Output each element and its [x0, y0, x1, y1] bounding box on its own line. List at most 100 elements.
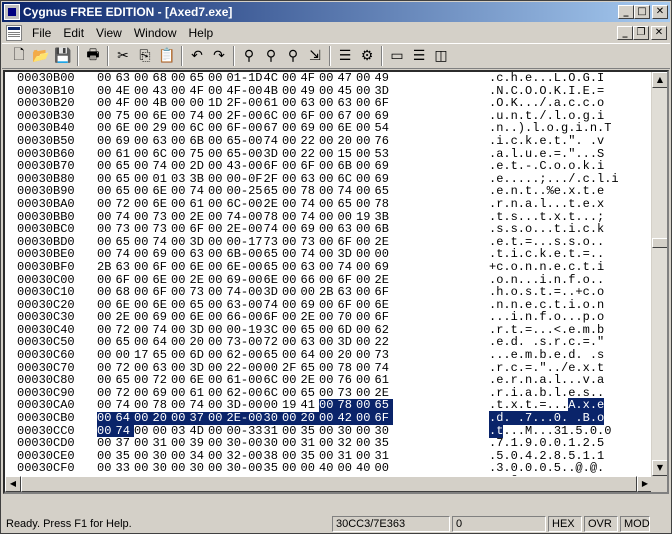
row-ascii[interactable]: .r.n.a.l...t.e.x	[489, 198, 604, 211]
app-icon[interactable]	[4, 4, 20, 20]
hex-byte[interactable]: 6F	[153, 261, 172, 274]
row-hex-bytes[interactable]: 00 37 00 31 00 39 00 30-0030 00 31 00 32 00 35	[97, 437, 393, 450]
hex-byte[interactable]: 4C	[264, 72, 283, 85]
hex-byte[interactable]: 65	[338, 198, 357, 211]
hex-byte[interactable]: 00	[319, 311, 338, 324]
hex-byte[interactable]: 69	[375, 261, 394, 274]
row-hex-bytes[interactable]: 2B 63 00 6F 00 6E 00 6E-0065 00 63 00 74 00 69	[97, 261, 393, 274]
hex-byte[interactable]: 00	[356, 437, 375, 450]
row-ascii[interactable]: .e.t.-.C.o.o.k.i	[489, 160, 604, 173]
hex-byte[interactable]: 00	[171, 437, 190, 450]
bookmarks-icon[interactable]: ☰	[334, 45, 356, 67]
tile-vertical-icon[interactable]: ◫	[430, 45, 452, 67]
hex-byte[interactable]: 78	[375, 198, 394, 211]
hex-byte[interactable]: 00	[97, 72, 116, 85]
row-ascii[interactable]: .d. .7...0. .B.o	[489, 411, 605, 426]
open-folder-icon[interactable]: 📂	[30, 45, 52, 67]
hex-byte[interactable]: 00	[190, 97, 209, 110]
horizontal-scrollbar[interactable]: ◀ ▶	[5, 476, 653, 492]
hex-byte[interactable]: 00	[134, 160, 153, 173]
hex-byte[interactable]: 6F	[301, 160, 320, 173]
hex-byte[interactable]: 00	[97, 349, 116, 362]
hex-byte[interactable]: 00	[282, 72, 301, 85]
hex-byte[interactable]: 00	[134, 311, 153, 324]
hex-byte[interactable]: 63	[338, 223, 357, 236]
hex-byte[interactable]: 70	[338, 311, 357, 324]
hex-byte[interactable]: 6C	[264, 374, 283, 387]
hex-byte[interactable]: 00	[134, 374, 153, 387]
menu-view[interactable]: View	[90, 25, 128, 41]
hex-byte[interactable]: 65-00	[227, 135, 264, 148]
hex-byte[interactable]: 00	[208, 286, 227, 299]
copy-icon[interactable]: ⎘	[134, 45, 156, 67]
hex-byte[interactable]: 00	[356, 349, 375, 362]
hex-byte[interactable]: 00	[319, 160, 338, 173]
hex-byte[interactable]: 2F-00	[227, 97, 264, 110]
hex-byte[interactable]: 37	[116, 437, 135, 450]
hex-byte[interactable]: 00	[134, 437, 153, 450]
hex-byte[interactable]: 00	[208, 311, 227, 324]
hex-byte[interactable]: 62-00	[227, 349, 264, 362]
hex-byte[interactable]: 65	[190, 72, 209, 85]
hex-byte[interactable]: 00	[171, 72, 190, 85]
hex-byte[interactable]: 6B	[375, 223, 394, 236]
hex-byte[interactable]: 65	[116, 374, 135, 387]
row-hex-bytes[interactable]: 00 00 17 65 00 6D 00 62-0065 00 64 00 20 00 73	[97, 349, 393, 362]
hex-byte[interactable]: 00	[134, 97, 153, 110]
row-hex-bytes[interactable]: 00 64 00 20 00 37 00 2E-0030 00 20 00 42 00 6F	[97, 412, 393, 425]
hex-byte[interactable]: 20	[338, 135, 357, 148]
hex-byte[interactable]: 73	[190, 286, 209, 299]
hex-byte[interactable]: 00	[356, 286, 375, 299]
hex-byte[interactable]: 00	[319, 374, 338, 387]
hex-byte[interactable]: 2B	[97, 261, 116, 274]
hex-byte[interactable]: 00	[356, 97, 375, 110]
new-file-icon[interactable]: 🗋	[8, 45, 30, 67]
hex-byte[interactable]: 20	[338, 349, 357, 362]
close-button[interactable]: ✕	[652, 5, 668, 19]
hex-byte[interactable]: 00	[208, 261, 227, 274]
hex-byte[interactable]: 00	[208, 135, 227, 148]
hex-byte[interactable]: 00	[356, 261, 375, 274]
hex-byte[interactable]: 72	[153, 374, 172, 387]
hex-row[interactable]: 00030CD0 00 37 00 31 00 39 00 30-0030 00 31 00 32 00 3…	[5, 437, 653, 450]
hex-byte[interactable]: 00	[319, 72, 338, 85]
row-ascii[interactable]: +c.o.n.n.e.c.t.i	[489, 261, 604, 274]
hex-byte[interactable]: 00	[171, 261, 190, 274]
hex-byte[interactable]: 4F	[301, 72, 320, 85]
hex-byte[interactable]: 00	[282, 286, 301, 299]
hex-byte[interactable]: 00	[134, 223, 153, 236]
hex-byte[interactable]: 6F	[374, 412, 393, 425]
hex-byte[interactable]: 00	[171, 311, 190, 324]
hex-byte[interactable]: 20	[152, 412, 171, 425]
hex-byte[interactable]: 2E	[264, 198, 283, 211]
hex-byte[interactable]: 00	[171, 223, 190, 236]
row-ascii[interactable]: ...e.m.b.e.d. .s	[489, 349, 604, 362]
scroll-down-icon[interactable]: ▼	[652, 460, 667, 476]
hex-byte[interactable]: 69	[153, 311, 172, 324]
hex-byte[interactable]: 4B	[153, 97, 172, 110]
scroll-up-icon[interactable]: ▲	[652, 72, 667, 88]
window-split-icon[interactable]: ▭	[386, 45, 408, 67]
hex-byte[interactable]: 6F	[375, 97, 394, 110]
hex-byte[interactable]: 3D	[264, 286, 283, 299]
hex-byte[interactable]: 6B	[190, 135, 209, 148]
row-ascii[interactable]: .h.o.s.t.=..+c.o	[489, 286, 604, 299]
find-next-icon[interactable]: ⚲	[260, 45, 282, 67]
vertical-scroll-thumb[interactable]	[652, 238, 667, 248]
hex-byte[interactable]: 00	[97, 160, 116, 173]
hex-byte[interactable]: 00	[208, 349, 227, 362]
goto-icon[interactable]: ⇲	[304, 45, 326, 67]
hex-byte[interactable]: 35	[375, 437, 394, 450]
paste-icon[interactable]: 📋	[156, 45, 178, 67]
hex-byte[interactable]: 6F	[375, 286, 394, 299]
minimize-button[interactable]: _	[618, 5, 634, 19]
doc-minimize-button[interactable]: _	[617, 25, 633, 40]
hex-byte[interactable]: 1D	[208, 97, 227, 110]
title-bar[interactable]: Cygnus FREE EDITION - [Axed7.exe] _ □ ✕	[2, 2, 670, 22]
hex-row[interactable]: 00030C30 00 2E 00 69 00 6E 00 66-006F 00 2E 00 70 00 6…	[5, 311, 653, 324]
row-hex-bytes[interactable]: 00 69 00 63 00 6B 00 65-0074 00 22 00 20 00 76	[97, 135, 393, 148]
hex-byte[interactable]: 00	[356, 135, 375, 148]
hex-byte[interactable]: 00	[97, 311, 116, 324]
hex-byte[interactable]: 00	[319, 97, 338, 110]
printer-icon[interactable]: 🖶	[82, 45, 104, 67]
